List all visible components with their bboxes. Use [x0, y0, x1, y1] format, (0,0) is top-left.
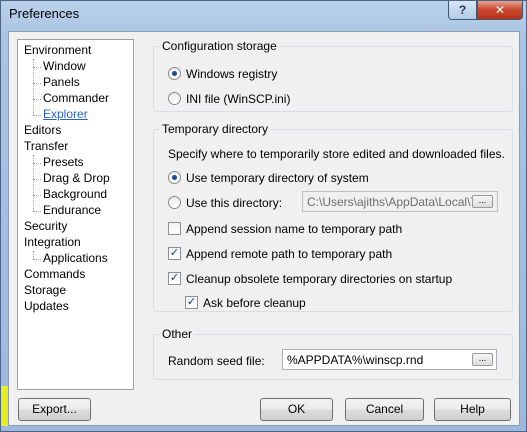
- tree-item-explorer[interactable]: Explorer: [43, 107, 88, 121]
- tree-connector: [33, 115, 41, 116]
- temp-dir-path-input[interactable]: C:\Users\ajiths\AppData\Local\T: [302, 191, 498, 212]
- random-seed-label: Random seed file:: [168, 354, 265, 368]
- temp-dir-group: Temporary directory Specify where to tem…: [153, 122, 513, 312]
- random-seed-browse-button[interactable]: ...: [472, 353, 493, 366]
- preferences-tree[interactable]: Environment Window Panels Commander Explorer…: [17, 39, 134, 390]
- tree-item-integration[interactable]: Integration: [24, 235, 81, 249]
- append-session-checkbox[interactable]: [168, 222, 181, 235]
- ini-label[interactable]: INI file (WinSCP.ini): [186, 92, 290, 106]
- help-button[interactable]: Help: [434, 398, 511, 421]
- tree-connector: [33, 155, 34, 211]
- temp-dir-path-value: C:\Users\ajiths\AppData\Local\T: [307, 195, 478, 209]
- close-button[interactable]: ✕: [477, 1, 523, 20]
- registry-radio[interactable]: [168, 67, 181, 80]
- tree-item-endurance[interactable]: Endurance: [43, 203, 101, 217]
- tree-item-environment[interactable]: Environment: [24, 43, 91, 57]
- tree-item-presets[interactable]: Presets: [43, 155, 84, 169]
- tree-connector: [33, 83, 41, 84]
- tree-connector: [33, 259, 41, 260]
- registry-label[interactable]: Windows registry: [186, 67, 277, 81]
- tree-connector: [33, 251, 34, 259]
- tree-item-panels[interactable]: Panels: [43, 75, 80, 89]
- cleanup-checkbox[interactable]: ✓: [168, 272, 181, 285]
- preferences-window: Preferences ? ✕ Environment Window Panels C…: [0, 0, 527, 432]
- dialog-client-area: Environment Window Panels Commander Explorer…: [8, 31, 520, 426]
- config-storage-legend: Configuration storage: [160, 39, 279, 53]
- tree-item-window[interactable]: Window: [43, 59, 86, 73]
- cleanup-label[interactable]: Cleanup obsolete temporary directories o…: [186, 272, 452, 286]
- use-this-dir-label[interactable]: Use this directory:: [186, 196, 282, 210]
- temp-dir-legend: Temporary directory: [160, 122, 271, 136]
- temp-dir-browse-button[interactable]: ...: [472, 195, 493, 208]
- tree-item-updates[interactable]: Updates: [24, 299, 69, 313]
- use-system-temp-radio[interactable]: [168, 171, 181, 184]
- tree-connector: [33, 59, 34, 115]
- tree-item-security[interactable]: Security: [24, 219, 67, 233]
- ask-before-cleanup-checkbox[interactable]: ✓: [185, 296, 198, 309]
- help-title-button[interactable]: ?: [448, 1, 477, 20]
- tree-item-commander[interactable]: Commander: [43, 91, 109, 105]
- append-remote-checkbox[interactable]: ✓: [168, 247, 181, 260]
- tree-connector: [33, 67, 41, 68]
- window-title: Preferences: [9, 6, 80, 21]
- tree-connector: [33, 195, 41, 196]
- tree-item-storage[interactable]: Storage: [24, 283, 66, 297]
- export-button[interactable]: Export...: [18, 398, 91, 421]
- ini-radio[interactable]: [168, 92, 181, 105]
- use-this-dir-radio[interactable]: [168, 196, 181, 209]
- tree-item-commands[interactable]: Commands: [24, 267, 85, 281]
- tree-item-editors[interactable]: Editors: [24, 123, 61, 137]
- use-system-temp-label[interactable]: Use temporary directory of system: [186, 171, 369, 185]
- config-storage-group: Configuration storage Windows registry I…: [153, 39, 513, 112]
- other-legend: Other: [160, 327, 195, 341]
- ok-button[interactable]: OK: [260, 398, 333, 421]
- tree-item-transfer[interactable]: Transfer: [24, 139, 68, 153]
- random-seed-value: %APPDATA%\winscp.rnd: [287, 353, 424, 367]
- tree-connector: [33, 179, 41, 180]
- tree-item-applications[interactable]: Applications: [43, 251, 108, 265]
- title-bar[interactable]: Preferences ? ✕: [1, 1, 526, 27]
- append-session-label[interactable]: Append session name to temporary path: [186, 222, 402, 236]
- ask-before-cleanup-label[interactable]: Ask before cleanup: [203, 296, 306, 310]
- tree-connector: [33, 211, 41, 212]
- other-group: Other Random seed file: %APPDATA%\winscp…: [153, 327, 513, 380]
- tree-item-background[interactable]: Background: [43, 187, 107, 201]
- cancel-button[interactable]: Cancel: [345, 398, 424, 421]
- tree-connector: [33, 163, 41, 164]
- temp-dir-description: Specify where to temporarily store edite…: [168, 147, 505, 161]
- append-remote-label[interactable]: Append remote path to temporary path: [186, 247, 392, 261]
- random-seed-input[interactable]: %APPDATA%\winscp.rnd: [282, 349, 497, 370]
- tree-item-drag-drop[interactable]: Drag & Drop: [43, 171, 110, 185]
- tree-connector: [33, 99, 41, 100]
